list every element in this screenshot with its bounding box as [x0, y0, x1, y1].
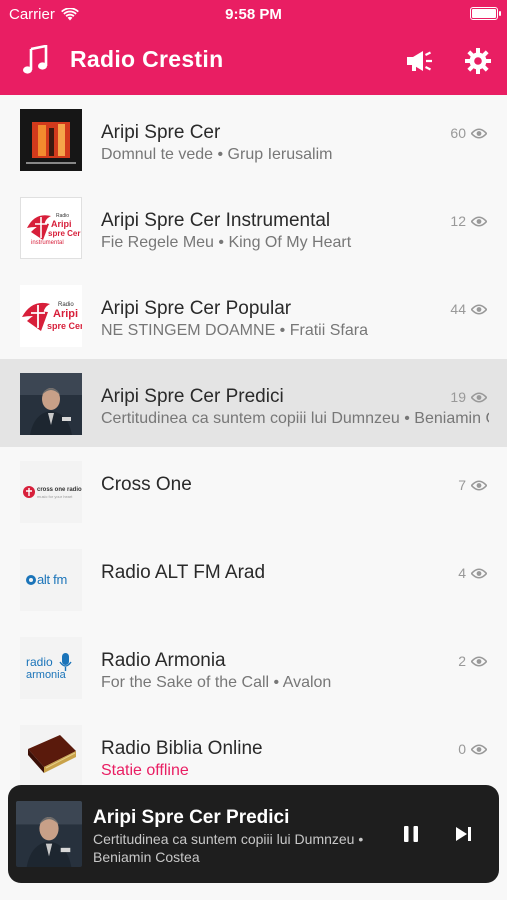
station-now-playing: Fie Regele Meu • King Of My Heart — [101, 234, 352, 251]
listener-count-value: 7 — [458, 477, 466, 493]
status-bar: Carrier 9:58 PM — [0, 0, 507, 28]
eye-icon — [471, 743, 487, 755]
station-row[interactable]: radio armonia Radio Armonia For the Sake… — [0, 623, 507, 711]
station-thumbnail: radio armonia — [20, 637, 82, 699]
station-now-playing: Domnul te vede • Grup Ierusalim — [101, 146, 333, 163]
skip-next-icon — [456, 827, 471, 841]
app-title: Radio Crestin — [70, 46, 224, 72]
settings-button[interactable] — [461, 44, 495, 78]
station-thumbnail — [20, 109, 82, 171]
logo-text: radio — [26, 655, 53, 669]
listener-count: 2 — [458, 653, 487, 669]
app-bar: Radio Crestin — [0, 28, 507, 95]
station-name: Radio ALT FM Arad — [101, 562, 266, 583]
now-playing-title: Aripi Spre Cer Predici — [93, 807, 290, 828]
station-list: Aripi Spre Cer Domnul te vede • Grup Ier… — [0, 95, 507, 799]
settings-icon — [465, 48, 491, 74]
logo-text: armonia — [26, 669, 66, 681]
now-playing-subtitle: Certitudinea ca suntem copiii lui Dumnze… — [93, 831, 364, 865]
station-now-playing: NE STINGEM DOAMNE • Fratii Sfara — [101, 322, 368, 339]
station-row-selected[interactable]: Aripi Spre Cer Predici Certitudinea ca s… — [0, 359, 507, 447]
bible-photo — [28, 735, 76, 773]
station-row[interactable]: cross one radio music for your heart Cro… — [0, 447, 507, 535]
logo-text: cross one radio — [37, 487, 82, 493]
announcement-icon — [407, 51, 432, 71]
listener-count-value: 12 — [450, 213, 466, 229]
listener-count-value: 2 — [458, 653, 466, 669]
logo-text: Aripi — [51, 219, 72, 229]
station-now-playing: For the Sake of the Call • Avalon — [101, 674, 332, 691]
listener-count-value: 19 — [450, 389, 466, 405]
listener-count: 19 — [450, 389, 487, 405]
logo-text: music for your heart — [37, 494, 73, 499]
listener-count: 60 — [450, 125, 487, 141]
eye-icon — [471, 391, 487, 403]
station-status-offline: Statie offline — [101, 762, 189, 779]
station-thumbnail: Radio Aripi spre Cer — [20, 285, 82, 347]
station-thumbnail: cross one radio music for your heart — [20, 461, 82, 523]
logo-text: spre Cer — [48, 229, 81, 238]
logo-text: Aripi — [53, 308, 79, 320]
station-row[interactable]: Radio Aripi spre Cer instrumental Aripi … — [0, 183, 507, 271]
listener-count: 7 — [458, 477, 487, 493]
music-note-icon — [23, 45, 48, 74]
station-name: Aripi Spre Cer Predici — [101, 386, 284, 407]
logo-text: alt fm — [37, 572, 67, 587]
album-cover-image — [20, 109, 82, 171]
listener-count-value: 4 — [458, 565, 466, 581]
listener-count: 44 — [450, 301, 487, 317]
station-thumbnail: alt fm — [20, 549, 82, 611]
eye-icon — [471, 303, 487, 315]
clock: 9:58 PM — [225, 6, 282, 23]
pause-icon — [404, 826, 418, 842]
station-name: Radio Armonia — [101, 650, 226, 671]
eye-icon — [471, 479, 487, 491]
eye-icon — [471, 567, 487, 579]
announcement-button[interactable] — [402, 44, 436, 78]
battery-icon — [470, 7, 501, 20]
station-name: Cross One — [101, 474, 192, 495]
listener-count-value: 0 — [458, 741, 466, 757]
next-button[interactable] — [451, 821, 477, 847]
station-name: Radio Biblia Online — [101, 738, 263, 759]
eye-icon — [471, 215, 487, 227]
listener-count-value: 44 — [450, 301, 466, 317]
preacher-photo — [16, 801, 82, 867]
station-thumbnail — [20, 725, 82, 787]
listener-count: 4 — [458, 565, 487, 581]
station-name: Aripi Spre Cer Instrumental — [101, 210, 331, 231]
station-thumbnail — [20, 373, 82, 435]
station-name: Aripi Spre Cer — [101, 122, 221, 143]
logo-text: instrumental — [31, 240, 64, 246]
station-thumbnail: Radio Aripi spre Cer instrumental — [20, 197, 82, 259]
preacher-photo — [20, 373, 82, 435]
station-name: Aripi Spre Cer Popular — [101, 298, 292, 319]
listener-count-value: 60 — [450, 125, 466, 141]
eye-icon — [471, 655, 487, 667]
station-row[interactable]: Aripi Spre Cer Domnul te vede • Grup Ier… — [0, 95, 507, 183]
station-row[interactable]: alt fm Radio ALT FM Arad 4 — [0, 535, 507, 623]
now-playing-artwork — [16, 801, 82, 867]
pause-button[interactable] — [398, 821, 424, 847]
station-now-playing: Certitudinea ca suntem copiii lui Dumnze… — [101, 410, 489, 427]
station-row[interactable]: Radio Aripi spre Cer Aripi Spre Cer Popu… — [0, 271, 507, 359]
listener-count: 12 — [450, 213, 487, 229]
logo-text: spre Cer — [47, 321, 82, 331]
eye-icon — [471, 127, 487, 139]
listener-count: 0 — [458, 741, 487, 757]
app-header: Carrier 9:58 PM Radio Crestin — [0, 0, 507, 95]
mini-player[interactable]: Aripi Spre Cer Predici Certitudinea ca s… — [8, 785, 499, 883]
